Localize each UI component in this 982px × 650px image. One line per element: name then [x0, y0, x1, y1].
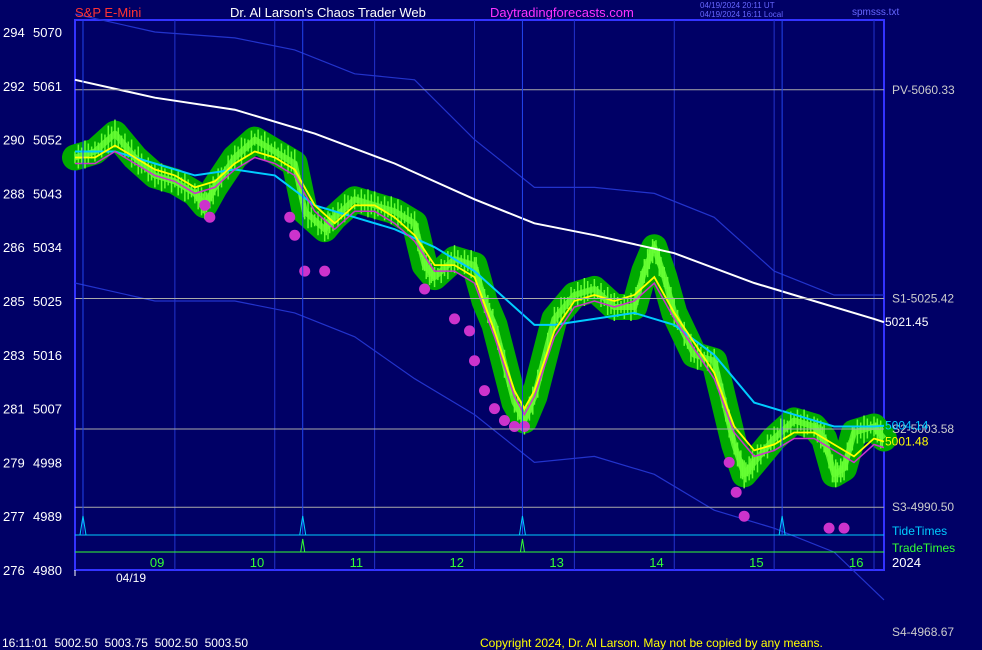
y-tick-price: 4998 [33, 455, 62, 470]
level-label: S1-5025.42 [892, 291, 954, 305]
copyright: Copyright 2024, Dr. Al Larson. May not b… [480, 636, 823, 650]
value-label: 5021.45 [885, 315, 929, 329]
timestamp-ut: 04/19/2024 20:11 UT [700, 1, 775, 10]
pink-dot [204, 211, 216, 223]
pink-dot [738, 510, 750, 522]
level-label: S3-4990.50 [892, 500, 954, 514]
y-tick-left: 294 [3, 25, 25, 40]
y-tick-price: 5043 [33, 186, 62, 201]
pink-dot [478, 385, 490, 397]
quote-line: 16:11:01 5002.50 5003.75 5002.50 5003.50 [2, 636, 248, 650]
y-tick-left: 276 [3, 563, 25, 578]
price-chart: PV-5060.33S1-5025.42S2-5003.58S3-4990.50… [0, 0, 982, 650]
y-tick-left: 285 [3, 294, 25, 309]
x-tick-label: 10 [250, 555, 264, 570]
pink-dot [469, 355, 481, 367]
pink-dot [419, 283, 431, 295]
y-tick-price: 5025 [33, 294, 62, 309]
y-tick-price: 5034 [33, 240, 62, 255]
y-tick-price: 5016 [33, 348, 62, 363]
y-tick-price: 5052 [33, 133, 62, 148]
legend-label: TideTimes [892, 524, 947, 538]
product-title: S&P E-Mini [75, 5, 141, 20]
x-tick-label: 13 [549, 555, 563, 570]
year-label: 2024 [892, 555, 921, 570]
pink-dot [449, 313, 461, 325]
pink-dot [518, 421, 530, 433]
site-url[interactable]: Daytradingforecasts.com [490, 5, 634, 20]
site-title: Dr. Al Larson's Chaos Trader Web [230, 5, 426, 20]
x-tick-label: 11 [350, 555, 364, 570]
pink-dot [319, 265, 331, 277]
pink-dot [508, 421, 520, 433]
y-tick-left: 277 [3, 509, 25, 524]
legend-label: TradeTimes [892, 541, 955, 555]
pink-dot [823, 522, 835, 534]
level-label: S4-4968.67 [892, 625, 954, 639]
value-label: 5001.48 [885, 435, 929, 449]
x-tick-label: 16 [849, 555, 863, 570]
y-tick-left: 279 [3, 455, 25, 470]
pink-dot [723, 456, 735, 468]
y-tick-price: 5061 [33, 79, 62, 94]
y-tick-left: 286 [3, 240, 25, 255]
y-tick-left: 288 [3, 186, 25, 201]
y-tick-price: 4989 [33, 509, 62, 524]
y-tick-price: 4980 [33, 563, 62, 578]
pink-dot [730, 486, 742, 498]
data-file: spmsss.txt [852, 7, 899, 18]
y-tick-left: 290 [3, 133, 25, 148]
y-tick-price: 5007 [33, 402, 62, 417]
x-tick-label: 15 [749, 555, 763, 570]
y-tick-price: 5070 [33, 25, 62, 40]
pink-dot [838, 522, 850, 534]
pink-dot [199, 199, 211, 211]
timestamp-local: 04/19/2024 16:11 Local [700, 10, 783, 19]
value-label: 5004.14 [885, 419, 929, 433]
pink-dot [289, 229, 301, 241]
pink-dot [299, 265, 311, 277]
x-tick-label: 09 [150, 555, 164, 570]
pink-dot [488, 403, 500, 415]
pink-dot [498, 415, 510, 427]
level-label: PV-5060.33 [892, 83, 955, 97]
pink-dot [464, 325, 476, 337]
x-tick-label: 14 [649, 555, 663, 570]
pink-dot [284, 211, 296, 223]
date-label: 04/19 [116, 571, 146, 585]
y-tick-left: 281 [3, 402, 25, 417]
y-tick-left: 292 [3, 79, 25, 94]
x-tick-label: 12 [450, 555, 464, 570]
y-tick-left: 283 [3, 348, 25, 363]
